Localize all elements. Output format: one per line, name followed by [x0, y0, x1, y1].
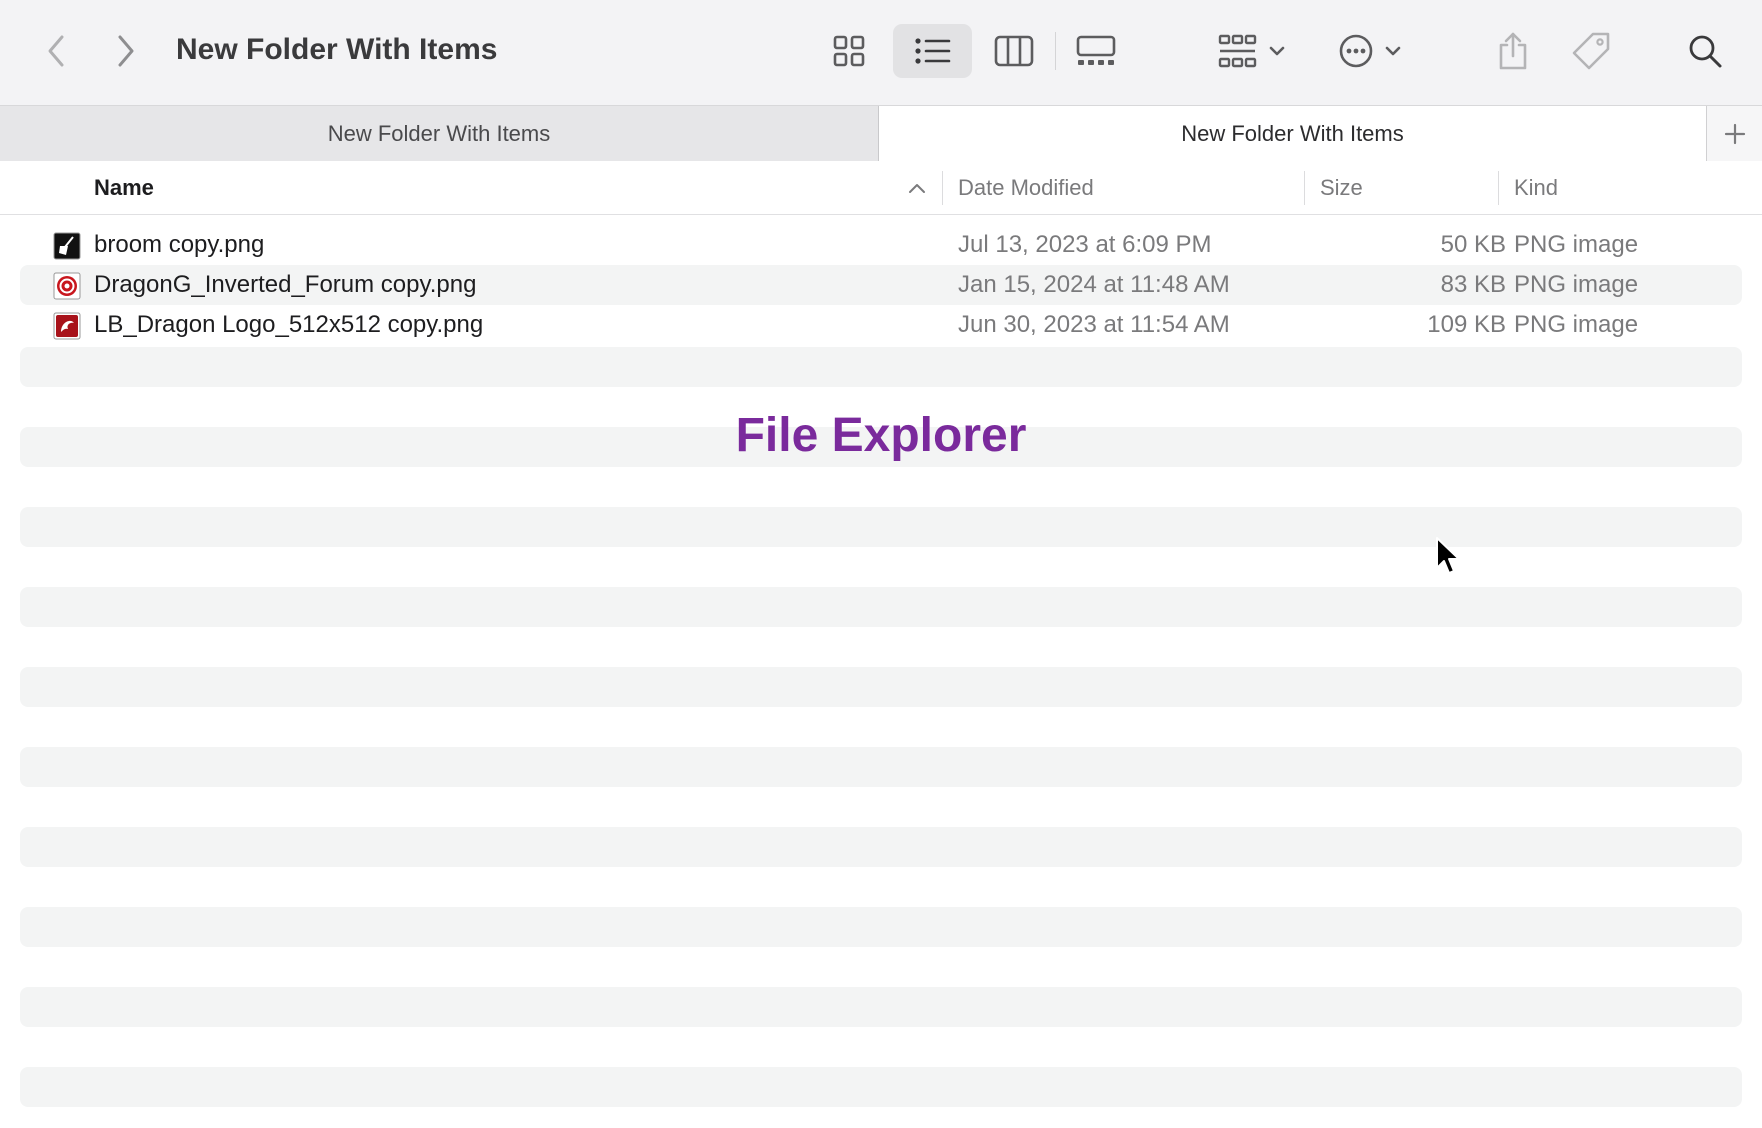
share-button[interactable] [1490, 24, 1536, 78]
group-button[interactable] [1212, 28, 1292, 74]
tags-button[interactable] [1568, 26, 1614, 76]
grid-view-icon [833, 35, 865, 67]
broom-thumbnail-icon [53, 232, 81, 260]
chevron-left-icon [48, 35, 64, 67]
group-icon [1218, 34, 1257, 68]
toolbar-divider [1055, 32, 1056, 70]
empty-row [20, 587, 1742, 627]
file-size: 109 KB [1427, 311, 1506, 338]
date-modified-column-header[interactable]: Date Modified [958, 161, 1094, 214]
file-date-modified: Jun 30, 2023 at 11:54 AM [958, 311, 1230, 338]
tab-bar: New Folder With Items New Folder With It… [0, 105, 1762, 162]
back-button[interactable] [38, 30, 74, 72]
list-view-button[interactable] [893, 24, 972, 78]
chevron-right-icon [118, 35, 134, 67]
column-divider[interactable] [1304, 171, 1305, 205]
toolbar: New Folder With Items [0, 0, 1762, 105]
file-name: LB_Dragon Logo_512x512 copy.png [94, 311, 484, 338]
column-view-button[interactable] [985, 28, 1043, 74]
column-divider[interactable] [942, 171, 943, 205]
name-column-header[interactable]: Name [94, 161, 938, 214]
mouse-pointer-icon [1436, 537, 1460, 574]
search-button[interactable] [1682, 28, 1728, 74]
empty-row [20, 1067, 1742, 1107]
empty-row [20, 507, 1742, 547]
more-icon [1339, 34, 1373, 68]
dragon-logo-thumbnail-icon [53, 272, 81, 300]
gallery-view-button[interactable] [1067, 28, 1125, 74]
icon-view-button[interactable] [820, 28, 878, 74]
empty-row [20, 347, 1742, 387]
action-menu-button[interactable] [1330, 28, 1410, 74]
file-row[interactable]: broom copy.png Jul 13, 2023 at 6:09 PM 5… [20, 225, 1742, 265]
file-row[interactable]: DragonG_Inverted_Forum copy.png Jan 15, … [20, 265, 1742, 305]
overlay-label: File Explorer [735, 409, 1027, 462]
empty-row [20, 747, 1742, 787]
column-view-icon [994, 35, 1034, 67]
file-name: broom copy.png [94, 231, 265, 258]
file-kind: PNG image [1514, 311, 1639, 338]
file-date-modified: Jan 15, 2024 at 11:48 AM [958, 271, 1230, 298]
file-kind: PNG image [1514, 231, 1639, 258]
column-header: Name Date Modified Size Kind [0, 161, 1762, 215]
file-name: DragonG_Inverted_Forum copy.png [94, 271, 477, 298]
file-date-modified: Jul 13, 2023 at 6:09 PM [958, 231, 1212, 258]
window-title: New Folder With Items [176, 33, 498, 66]
size-column-header[interactable]: Size [1320, 161, 1363, 214]
empty-row [20, 907, 1742, 947]
forward-button[interactable] [108, 30, 144, 72]
dragon-logo-thumbnail-icon [53, 312, 81, 340]
file-kind: PNG image [1514, 271, 1639, 298]
empty-row [20, 667, 1742, 707]
kind-column-header[interactable]: Kind [1514, 161, 1558, 214]
file-size: 50 KB [1440, 231, 1506, 258]
file-row[interactable]: LB_Dragon Logo_512x512 copy.png Jun 30, … [20, 305, 1742, 345]
tab-folder-inactive[interactable]: New Folder With Items [0, 106, 879, 161]
chevron-down-icon [1385, 46, 1401, 56]
new-tab-button[interactable] [1706, 106, 1762, 161]
column-divider[interactable] [1498, 171, 1499, 205]
file-size: 83 KB [1440, 271, 1506, 298]
chevron-down-icon [1269, 46, 1285, 56]
gallery-view-icon [1076, 35, 1116, 65]
list-view-icon [914, 38, 950, 64]
share-icon [1499, 32, 1527, 70]
plus-icon [1724, 123, 1746, 144]
tag-icon [1572, 32, 1610, 70]
search-icon [1689, 35, 1722, 68]
tab-folder-active[interactable]: New Folder With Items [879, 106, 1706, 161]
sort-ascending-icon[interactable] [906, 177, 928, 199]
empty-row [20, 987, 1742, 1027]
empty-row [20, 827, 1742, 867]
